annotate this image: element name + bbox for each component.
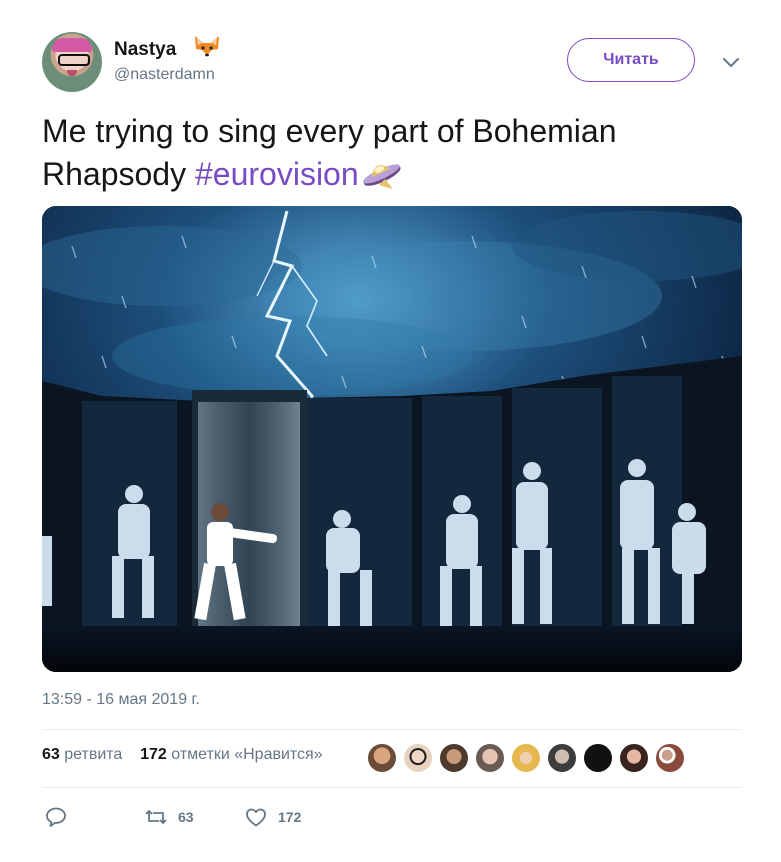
liker-avatar-3[interactable]: [438, 742, 470, 774]
avatar-hair: [52, 38, 92, 52]
avatar-mouth: [67, 70, 77, 76]
reply-icon: [46, 807, 66, 827]
avatar-glasses: [58, 54, 90, 66]
likes-label[interactable]: отметки «Нравится»: [171, 746, 322, 763]
chevron-down-icon[interactable]: [722, 56, 740, 68]
like-count: 172: [278, 809, 302, 825]
liker-avatar-2[interactable]: [402, 742, 434, 774]
reply-button[interactable]: [44, 800, 68, 834]
liker-avatar-5[interactable]: [510, 742, 542, 774]
liker-avatar-7[interactable]: [582, 742, 614, 774]
tweet-stats: 63 ретвита 172 отметки «Нравится»: [42, 746, 323, 764]
divider-top: [42, 729, 742, 730]
retweet-count: 63: [178, 809, 194, 825]
liker-avatar-8[interactable]: [618, 742, 650, 774]
liker-avatar-9[interactable]: [654, 742, 686, 774]
author-handle[interactable]: @nasterdamn: [114, 66, 215, 84]
stage-photo: [42, 206, 742, 672]
like-button[interactable]: 172: [244, 800, 301, 834]
tweet-timestamp[interactable]: 13:59 - 16 мая 2019 г.: [42, 691, 200, 709]
likes-count[interactable]: 172: [140, 746, 167, 763]
retweets-label[interactable]: ретвита: [64, 746, 122, 763]
heart-icon: [246, 808, 266, 827]
retweet-button[interactable]: 63: [144, 800, 194, 834]
liker-avatar-4[interactable]: [474, 742, 506, 774]
hashtag-link[interactable]: #eurovision: [195, 156, 359, 192]
author-name[interactable]: Nastya: [114, 39, 176, 61]
divider-bottom: [42, 787, 742, 788]
liker-avatar-6[interactable]: [546, 742, 578, 774]
follow-button[interactable]: Читать: [567, 38, 695, 82]
fox-icon: [195, 36, 219, 60]
flying-saucer-icon: [362, 164, 401, 189]
tweet-photo[interactable]: [42, 206, 742, 672]
tweet-actions: 63 172: [42, 800, 742, 834]
author-avatar[interactable]: [42, 32, 102, 92]
tweet-text: Me trying to sing every part of Bohemian…: [42, 110, 742, 196]
retweet-icon: [145, 810, 167, 824]
retweets-count[interactable]: 63: [42, 746, 60, 763]
liker-avatar-1[interactable]: [366, 742, 398, 774]
tweet-header: Nastya @nasterdamn Читать: [42, 32, 742, 96]
